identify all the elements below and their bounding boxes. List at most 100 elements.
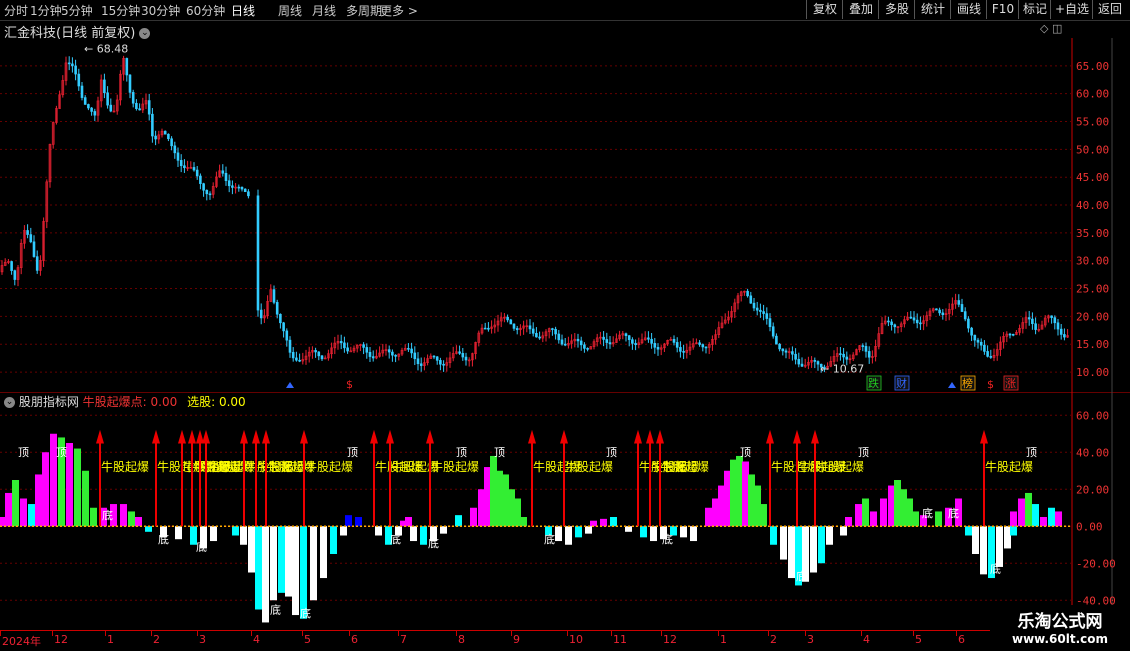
time-tick: [197, 631, 198, 636]
time-label: 6: [351, 633, 358, 646]
window-controls[interactable]: ◇ ◫: [1040, 22, 1062, 35]
candle-body: [195, 169, 199, 177]
candle-body: [605, 339, 609, 343]
period-tab-1[interactable]: 1分钟: [30, 2, 62, 19]
top-label: 顶: [606, 446, 617, 459]
time-label: 12: [663, 633, 677, 646]
histogram-bar: [585, 526, 592, 534]
toolbar-button-2[interactable]: 多股: [878, 0, 915, 19]
top-label: 顶: [456, 446, 467, 459]
toolbar-button-5[interactable]: F10: [986, 0, 1019, 19]
candle-body: [407, 348, 410, 350]
histogram-bar: [66, 443, 73, 527]
histogram-bar: [175, 526, 182, 540]
candle-body: [512, 323, 516, 329]
low-price-label: ← 10.67: [820, 362, 864, 375]
histogram-bar: [650, 526, 657, 542]
toolbar-button-0[interactable]: 复权: [806, 0, 843, 19]
bottom-label: 底: [270, 602, 281, 616]
candle-body: [915, 319, 919, 324]
price-chart[interactable]: 65.00 60.00 55.00 50.00 45.00 40.00 35.00 30.00…: [0, 38, 1130, 392]
candle-body: [1050, 315, 1053, 318]
histogram-bar: [705, 507, 712, 527]
candle-body: [285, 330, 289, 341]
candle-body: [199, 175, 202, 184]
period-tab-9[interactable]: 多周期: [346, 2, 382, 19]
histogram-bar: [788, 526, 795, 579]
candle-body: [71, 63, 74, 67]
candle-body: [243, 188, 247, 193]
period-tab-10[interactable]: 更多 >: [380, 2, 418, 19]
candle-body: [791, 351, 794, 355]
histogram-bar: [240, 526, 247, 545]
histogram-bar: [20, 498, 27, 527]
histogram-bar: [972, 526, 979, 554]
signal-arrow-icon: [152, 429, 160, 444]
candle-body: [35, 256, 39, 271]
toolbar-button-8[interactable]: 返回: [1092, 0, 1127, 19]
histogram-bar: [906, 498, 913, 527]
period-tab-5[interactable]: 60分钟: [186, 2, 225, 19]
candle-body: [231, 185, 234, 188]
price-tick-label: 40.00: [1076, 199, 1109, 212]
signal-arrow-icon: [188, 429, 196, 444]
toolbar-button-4[interactable]: 画线: [950, 0, 987, 19]
time-tick: [0, 631, 1, 636]
toolbar-button-7[interactable]: +自选: [1050, 0, 1093, 19]
watermark: 乐淘公式网 www.60lt.com: [990, 605, 1130, 650]
signal-arrow-icon: [656, 429, 664, 444]
candle-body: [842, 353, 845, 358]
signal-arrow-icon: [300, 429, 308, 444]
ind-tick-label: 0.00: [1076, 520, 1103, 533]
indicator-chart[interactable]: 60.0040.0020.000.00-20.00-40.00牛股起爆 牛股起爆牛…: [0, 392, 1130, 630]
histogram-bar: [490, 455, 497, 527]
histogram-bar: [1025, 492, 1032, 527]
candle-body: [432, 355, 436, 358]
toolbar-button-6[interactable]: 标记: [1018, 0, 1051, 19]
candle-body: [698, 342, 701, 345]
period-tab-4[interactable]: 30分钟: [141, 2, 180, 19]
histogram-bar: [900, 489, 907, 527]
candle-body: [759, 309, 762, 312]
candle-body: [183, 165, 186, 169]
time-label: 8: [458, 633, 465, 646]
histogram-bar: [610, 517, 617, 527]
candle-body: [800, 363, 804, 367]
period-tab-7[interactable]: 周线: [278, 2, 302, 19]
histogram-bar: [1010, 526, 1017, 536]
histogram-bar: [310, 526, 317, 601]
period-tab-6[interactable]: 日线: [231, 2, 255, 19]
signal-label: 牛股起爆: [565, 459, 613, 474]
histogram-bar: [300, 526, 307, 619]
toolbar-button-1[interactable]: 叠加: [842, 0, 879, 19]
period-tab-3[interactable]: 15分钟: [101, 2, 140, 19]
candle-body: [163, 130, 167, 135]
candle-body: [583, 344, 586, 349]
candle-body: [586, 348, 589, 350]
toolbar-button-3[interactable]: 统计: [914, 0, 951, 19]
histogram-bar: [718, 485, 725, 527]
time-tick: [567, 631, 568, 636]
histogram-bar: [724, 470, 731, 527]
histogram-bar: [742, 461, 749, 527]
candle-body: [77, 73, 81, 87]
candle-body: [602, 336, 605, 340]
candle-body: [755, 307, 759, 311]
candle-body: [979, 341, 983, 346]
period-tab-0[interactable]: 分时: [4, 2, 28, 19]
histogram-bar: [82, 470, 89, 527]
histogram-bar: [135, 517, 142, 527]
candle-body: [893, 324, 897, 328]
histogram-bar: [810, 526, 817, 573]
candle-body: [282, 322, 285, 332]
candle-body: [109, 104, 113, 112]
histogram-bar: [565, 526, 572, 545]
period-tab-2[interactable]: 5分钟: [61, 2, 93, 19]
period-tab-8[interactable]: 月线: [312, 2, 336, 19]
candle-body: [624, 333, 628, 336]
price-tick-label: 50.00: [1076, 143, 1109, 156]
time-label: 2024年: [2, 635, 41, 648]
candle-body: [528, 325, 532, 330]
signal-arrow-icon: [560, 429, 568, 444]
candle-body: [579, 340, 583, 346]
